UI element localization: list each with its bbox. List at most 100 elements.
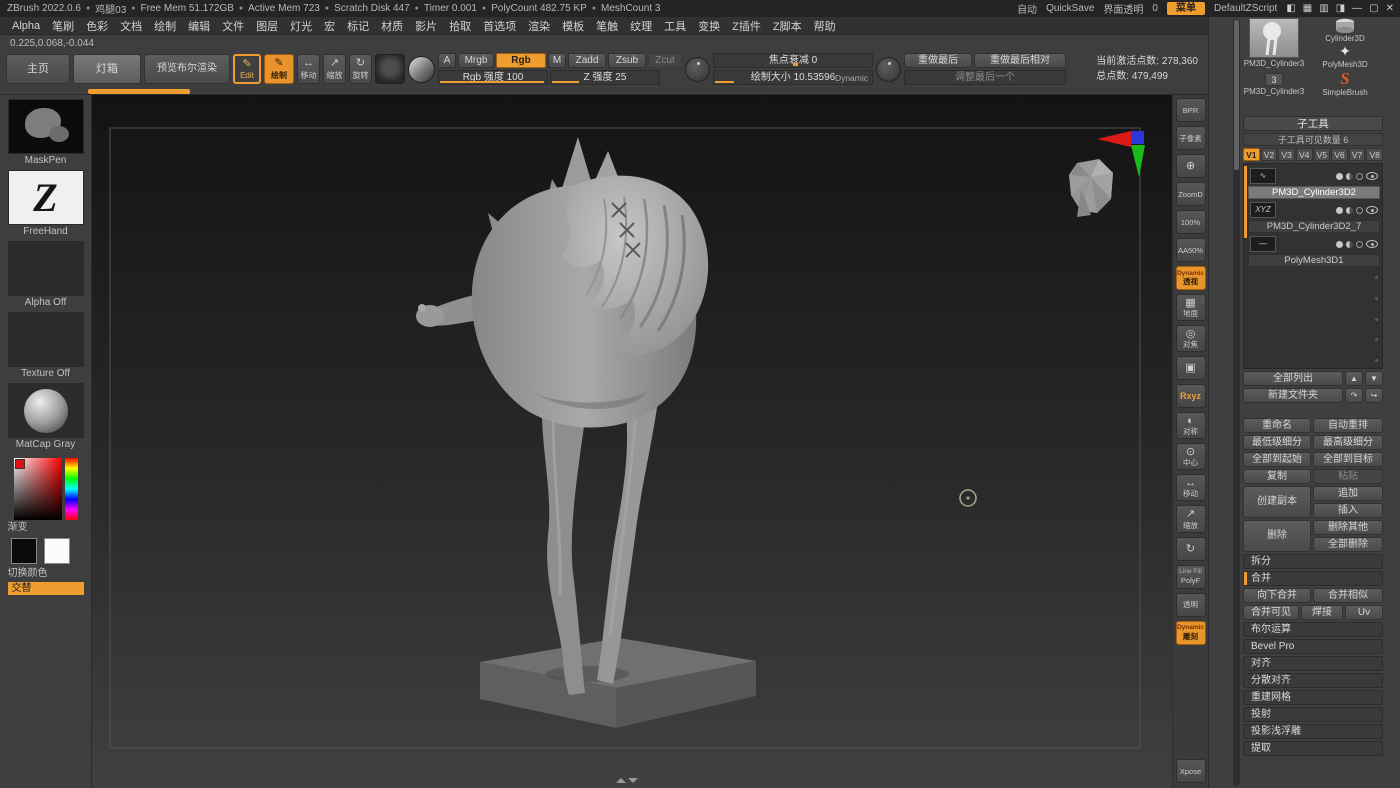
draw-button[interactable]: ✎ 绘制 — [264, 54, 294, 84]
draw-size-slider[interactable]: 绘制大小 10.53596 Dynamic — [713, 70, 873, 85]
align-section[interactable]: 对齐 — [1243, 656, 1383, 671]
visibility-icons[interactable] — [1336, 240, 1378, 248]
redo-last-button[interactable]: 重做最后 — [904, 53, 972, 68]
alpha-quick-button[interactable]: A — [438, 53, 456, 68]
tab-v7[interactable]: V7 — [1348, 148, 1366, 161]
menu-item[interactable]: 渲染 — [522, 18, 556, 34]
menu-item[interactable]: 文档 — [114, 18, 148, 34]
mrgb-button[interactable]: Mrgb — [458, 53, 494, 68]
move-up-icon[interactable]: ▲ — [1345, 371, 1363, 386]
spix-button[interactable]: 子像素 — [1175, 126, 1206, 150]
stroke-thumbnail[interactable]: Z — [7, 170, 84, 225]
lightbox-button[interactable]: 灯箱 — [73, 54, 141, 84]
project-section[interactable]: 投射 — [1243, 707, 1383, 722]
weld-button[interactable]: 焊接 — [1301, 605, 1343, 620]
rename-button[interactable]: 重命名 — [1243, 418, 1311, 433]
split-section[interactable]: 拆分 — [1243, 554, 1383, 569]
highest-subdiv-button[interactable]: 最高级细分 — [1313, 435, 1383, 450]
menu-item[interactable]: 文件 — [216, 18, 250, 34]
symmetry-button[interactable]: ◐ 对称 — [1175, 412, 1206, 440]
scale-gizmo-button[interactable]: ↗ 缩放 — [1175, 505, 1206, 533]
all-to-start-button[interactable]: 全部到起始 — [1243, 452, 1311, 467]
scatter-align-section[interactable]: 分散对齐 — [1243, 673, 1383, 688]
swap-colors-button[interactable]: 交替 — [7, 582, 84, 595]
menu-item[interactable]: 变换 — [692, 18, 726, 34]
z-axis-square[interactable] — [1131, 131, 1144, 144]
merge-similar-button[interactable]: 合并相似 — [1313, 588, 1383, 603]
zcut-button[interactable]: Zcut — [648, 53, 682, 68]
rgb-intensity-slider[interactable]: Rgb 强度 100 — [438, 70, 548, 85]
menu-button[interactable]: 菜单 — [1166, 2, 1205, 15]
bevel-pro-section[interactable]: Bevel Pro — [1243, 639, 1383, 654]
rotate-button[interactable]: ↻ 旋转 — [349, 54, 372, 84]
delete-other-button[interactable]: 删除其他 — [1313, 520, 1383, 535]
paste-button[interactable]: 粘贴 — [1313, 469, 1383, 484]
menu-item[interactable]: 纹理 — [624, 18, 658, 34]
move-gizmo-button[interactable]: ↔ 移动 — [1175, 474, 1206, 502]
floor-grid-button[interactable]: ▦ 地面 — [1175, 294, 1206, 322]
menu-item[interactable]: 图层 — [250, 18, 284, 34]
minimize-icon[interactable]: — — [1352, 3, 1362, 14]
delete-button[interactable]: 删除 — [1243, 520, 1311, 552]
texture-thumbnail[interactable] — [7, 312, 84, 367]
merge-visible-button[interactable]: 合并可见 — [1243, 605, 1299, 620]
simplebrush-label[interactable]: SimpleBrush — [1322, 87, 1367, 98]
aa-half-button[interactable]: AA50% — [1175, 238, 1206, 262]
menu-item[interactable]: 材质 — [375, 18, 409, 34]
visibility-icons[interactable] — [1336, 172, 1378, 180]
insert-arrow-icon[interactable]: ↪ — [1365, 388, 1383, 403]
menu-item[interactable]: Alpha — [6, 20, 46, 32]
m-button[interactable]: M — [548, 53, 566, 68]
sculptris-dynamic-button[interactable]: Dynamic 雕刻 — [1175, 620, 1206, 645]
current-material[interactable]: MatCap Gray — [7, 383, 84, 451]
camera-icon[interactable]: ▣ — [1175, 356, 1206, 381]
brush-thumbnail[interactable] — [7, 99, 84, 154]
current-alpha[interactable]: Alpha Off — [7, 241, 84, 309]
visibility-icons[interactable] — [1336, 206, 1378, 214]
main-color-swatch[interactable] — [10, 538, 37, 564]
menu-item[interactable]: 笔触 — [590, 18, 624, 34]
tab-v4[interactable]: V4 — [1295, 148, 1313, 161]
current-texture[interactable]: Texture Off — [7, 312, 84, 380]
remesh-section[interactable]: 重建网格 — [1243, 690, 1383, 705]
lowest-subdiv-button[interactable]: 最低级细分 — [1243, 435, 1311, 450]
subtool-item[interactable]: ∿ PM3D_Cylinder3D2 — [1248, 166, 1380, 199]
active-tool-thumbnail[interactable] — [1249, 18, 1299, 58]
center-button[interactable]: ⊙ 中心 — [1175, 443, 1206, 471]
menu-item[interactable]: 编辑 — [182, 18, 216, 34]
z-intensity-slider[interactable]: Z 强度 25 — [550, 70, 660, 85]
alpha-thumbnail[interactable] — [7, 241, 84, 296]
tab-v1[interactable]: V1 — [1243, 148, 1260, 161]
actual-size-button[interactable]: 100% — [1175, 210, 1206, 234]
extract-section[interactable]: 提取 — [1243, 741, 1383, 756]
dock-right-icon[interactable]: ◨ — [1336, 3, 1345, 14]
menu-item[interactable]: 影片 — [409, 18, 443, 34]
tab-v6[interactable]: V6 — [1331, 148, 1348, 161]
panel-scrollbar[interactable] — [1233, 19, 1240, 786]
perspective-button[interactable]: Dynamic 透视 — [1175, 266, 1206, 290]
adjust-last-slider[interactable]: 调整最后一个 — [904, 70, 1066, 85]
menu-item[interactable]: 笔刷 — [46, 18, 80, 34]
viewport-canvas[interactable] — [92, 95, 1172, 788]
rgb-button[interactable]: Rgb — [496, 53, 546, 68]
polymesh3d-star-icon[interactable]: ✦ — [1339, 44, 1351, 59]
color-picker[interactable] — [13, 458, 78, 520]
subtool-item[interactable]: — PolyMesh3D1 — [1248, 234, 1380, 267]
tab-v8[interactable]: V8 — [1366, 148, 1383, 161]
subtool-header[interactable]: 子工具 — [1243, 116, 1383, 131]
menu-item[interactable]: 色彩 — [80, 18, 114, 34]
menu-item[interactable]: Z插件 — [726, 18, 767, 34]
move-button[interactable]: ↔ 移动 — [297, 54, 320, 84]
polyframe-button[interactable]: Line Fill PolyF — [1175, 564, 1206, 589]
zadd-button[interactable]: Zadd — [568, 53, 606, 68]
copy-button[interactable]: 复制 — [1243, 469, 1311, 484]
dock-left-icon[interactable]: ◧ — [1286, 3, 1295, 14]
replay-knob-icon[interactable] — [876, 56, 901, 82]
menu-item[interactable]: 灯光 — [284, 18, 318, 34]
merge-section[interactable]: 合并 — [1243, 571, 1383, 586]
quicksave-button[interactable]: QuickSave — [1046, 3, 1094, 14]
append-button[interactable]: 追加 — [1313, 486, 1383, 501]
current-stroke[interactable]: Z FreeHand — [7, 170, 84, 238]
columns-layout-icon[interactable]: ▥ — [1319, 3, 1328, 14]
material-sphere-icon[interactable] — [408, 55, 435, 83]
